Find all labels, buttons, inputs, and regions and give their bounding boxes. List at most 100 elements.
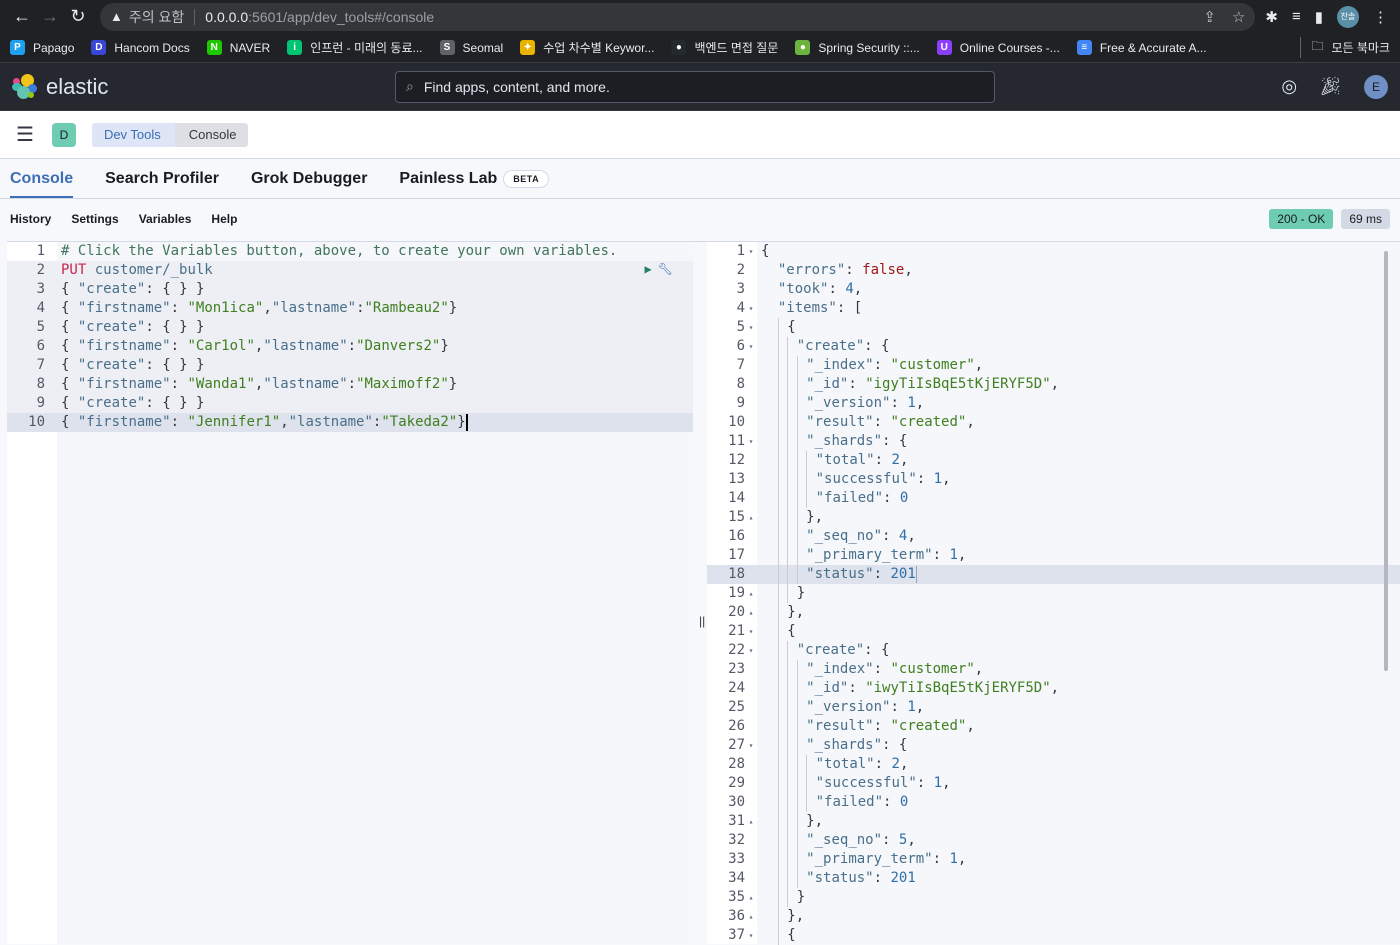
bookmark-item[interactable]: ●Spring Security ::... bbox=[795, 40, 919, 55]
forward-button[interactable]: → bbox=[36, 3, 64, 31]
response-line[interactable]: 20▴ }, bbox=[707, 603, 1400, 622]
request-editor[interactable]: 1# Click the Variables button, above, to… bbox=[7, 242, 693, 944]
response-line[interactable]: 22▾ "create": { bbox=[707, 641, 1400, 660]
fold-close-icon[interactable]: ▴ bbox=[745, 907, 757, 926]
response-line[interactable]: 1▾{ bbox=[707, 242, 1400, 261]
bookmark-item[interactable]: ≡Free & Accurate A... bbox=[1077, 40, 1207, 55]
share-icon[interactable]: ⇪ bbox=[1203, 8, 1216, 26]
fold-open-icon[interactable]: ▾ bbox=[745, 736, 757, 755]
response-line[interactable]: 9 "_version": 1, bbox=[707, 394, 1400, 413]
response-scrollbar[interactable] bbox=[1384, 251, 1388, 671]
response-line[interactable]: 21▾ { bbox=[707, 622, 1400, 641]
response-line[interactable]: 33 "_primary_term": 1, bbox=[707, 850, 1400, 869]
profile-avatar[interactable]: 찬솔 bbox=[1337, 6, 1359, 28]
response-line[interactable]: 2 "errors": false, bbox=[707, 261, 1400, 280]
response-line[interactable]: 23 "_index": "customer", bbox=[707, 660, 1400, 679]
response-line[interactable]: 35▴ } bbox=[707, 888, 1400, 907]
response-line[interactable]: 18 "status": 201 bbox=[707, 565, 1400, 584]
response-line[interactable]: 14 "failed": 0 bbox=[707, 489, 1400, 508]
response-line[interactable]: 37▾ { bbox=[707, 926, 1400, 945]
global-search-input[interactable]: ⌕ Find apps, content, and more. bbox=[395, 71, 995, 103]
fold-open-icon[interactable]: ▾ bbox=[745, 318, 757, 337]
user-avatar[interactable]: E bbox=[1364, 75, 1388, 99]
fold-open-icon[interactable]: ▾ bbox=[745, 432, 757, 451]
bookmark-item[interactable]: ●백엔드 면접 질문 bbox=[671, 39, 778, 56]
fold-close-icon[interactable]: ▴ bbox=[745, 888, 757, 907]
extensions-icon[interactable]: ✱ bbox=[1265, 8, 1278, 26]
response-line[interactable]: 4▾ "items": [ bbox=[707, 299, 1400, 318]
response-line[interactable]: 6▾ "create": { bbox=[707, 337, 1400, 356]
response-line[interactable]: 36▴ }, bbox=[707, 907, 1400, 926]
response-line[interactable]: 10 "result": "created", bbox=[707, 413, 1400, 432]
bookmark-star-icon[interactable]: ☆ bbox=[1232, 8, 1245, 26]
response-line[interactable]: 24 "_id": "iwyTiIsBqE5tKjERYF5D", bbox=[707, 679, 1400, 698]
response-line[interactable]: 32 "_seq_no": 5, bbox=[707, 831, 1400, 850]
response-line[interactable]: 13 "successful": 1, bbox=[707, 470, 1400, 489]
wrench-icon[interactable]: 🔧︎ bbox=[658, 262, 673, 276]
response-line[interactable]: 7 "_index": "customer", bbox=[707, 356, 1400, 375]
request-line[interactable]: 10{ "firstname": "Jennifer1","lastname":… bbox=[7, 413, 693, 432]
help-icon[interactable]: ◎ bbox=[1281, 76, 1297, 97]
request-line[interactable]: 5{ "create": { } } bbox=[7, 318, 693, 337]
elastic-logo[interactable]: elastic bbox=[12, 74, 395, 100]
bookmark-item[interactable]: SSeomal bbox=[440, 40, 504, 55]
fold-open-icon[interactable]: ▾ bbox=[745, 926, 757, 945]
fold-open-icon[interactable]: ▾ bbox=[745, 337, 757, 356]
response-line[interactable]: 27▾ "_shards": { bbox=[707, 736, 1400, 755]
fold-open-icon[interactable]: ▾ bbox=[745, 641, 757, 660]
tab-painless-lab[interactable]: Painless Lab BETA bbox=[399, 170, 549, 198]
response-line[interactable]: 12 "total": 2, bbox=[707, 451, 1400, 470]
fold-close-icon[interactable]: ▴ bbox=[745, 603, 757, 622]
tab-grok-debugger[interactable]: Grok Debugger bbox=[251, 170, 367, 198]
tab-console[interactable]: Console bbox=[10, 170, 73, 198]
request-line[interactable]: 6{ "firstname": "Car1ol","lastname":"Dan… bbox=[7, 337, 693, 356]
request-line[interactable]: 1# Click the Variables button, above, to… bbox=[7, 242, 693, 261]
breadcrumb-dev-tools[interactable]: Dev Tools bbox=[92, 123, 175, 147]
menu-kebab-icon[interactable]: ⋮ bbox=[1373, 8, 1388, 26]
back-button[interactable]: ← bbox=[8, 3, 36, 31]
response-line[interactable]: 29 "successful": 1, bbox=[707, 774, 1400, 793]
response-line[interactable]: 8 "_id": "igyTiIsBqE5tKjERYF5D", bbox=[707, 375, 1400, 394]
all-bookmarks-button[interactable]: 🗀 모든 북마크 bbox=[1300, 37, 1390, 58]
history-button[interactable]: History bbox=[10, 212, 51, 226]
bookmark-item[interactable]: NNAVER bbox=[207, 40, 270, 55]
address-bar[interactable]: ▲ 주의 요함 0.0.0.0:5601/app/dev_tools#/cons… bbox=[100, 3, 1255, 31]
fold-open-icon[interactable]: ▾ bbox=[745, 242, 757, 261]
bookmark-item[interactable]: UOnline Courses -... bbox=[937, 40, 1060, 55]
fold-open-icon[interactable]: ▾ bbox=[745, 299, 757, 318]
reload-button[interactable]: ↻ bbox=[64, 3, 92, 31]
bookmark-item[interactable]: i인프런 - 미래의 동료... bbox=[287, 39, 422, 56]
side-panel-icon[interactable]: ▮ bbox=[1315, 8, 1323, 26]
request-line[interactable]: 4{ "firstname": "Mon1ica","lastname":"Ra… bbox=[7, 299, 693, 318]
request-line[interactable]: 2PUT customer/_bulk bbox=[7, 261, 693, 280]
response-line[interactable]: 17 "_primary_term": 1, bbox=[707, 546, 1400, 565]
request-line[interactable]: 7{ "create": { } } bbox=[7, 356, 693, 375]
response-line[interactable]: 30 "failed": 0 bbox=[707, 793, 1400, 812]
fold-close-icon[interactable]: ▴ bbox=[745, 508, 757, 527]
response-line[interactable]: 11▾ "_shards": { bbox=[707, 432, 1400, 451]
help-button[interactable]: Help bbox=[211, 212, 237, 226]
response-line[interactable]: 28 "total": 2, bbox=[707, 755, 1400, 774]
settings-button[interactable]: Settings bbox=[71, 212, 118, 226]
response-line[interactable]: 16 "_seq_no": 4, bbox=[707, 527, 1400, 546]
tab-search-profiler[interactable]: Search Profiler bbox=[105, 170, 219, 198]
request-line[interactable]: 9{ "create": { } } bbox=[7, 394, 693, 413]
fold-close-icon[interactable]: ▴ bbox=[745, 812, 757, 831]
fold-open-icon[interactable]: ▾ bbox=[745, 622, 757, 641]
response-line[interactable]: 26 "result": "created", bbox=[707, 717, 1400, 736]
response-line[interactable]: 3 "took": 4, bbox=[707, 280, 1400, 299]
response-line[interactable]: 15▴ }, bbox=[707, 508, 1400, 527]
request-line[interactable]: 8{ "firstname": "Wanda1","lastname":"Max… bbox=[7, 375, 693, 394]
bookmark-item[interactable]: DHancom Docs bbox=[91, 40, 189, 55]
response-line[interactable]: 31▴ }, bbox=[707, 812, 1400, 831]
menu-toggle-icon[interactable]: ☰ bbox=[16, 122, 34, 147]
response-line[interactable]: 25 "_version": 1, bbox=[707, 698, 1400, 717]
response-line[interactable]: 19▴ } bbox=[707, 584, 1400, 603]
variables-button[interactable]: Variables bbox=[139, 212, 192, 226]
panel-resizer[interactable]: || bbox=[699, 614, 705, 628]
response-editor[interactable]: 1▾{2 "errors": false,3 "took": 4,4▾ "ite… bbox=[707, 242, 1400, 944]
fold-close-icon[interactable]: ▴ bbox=[745, 584, 757, 603]
response-line[interactable]: 5▾ { bbox=[707, 318, 1400, 337]
news-feed-icon[interactable]: 🎉︎ bbox=[1319, 76, 1342, 97]
space-avatar[interactable]: D bbox=[52, 123, 76, 147]
